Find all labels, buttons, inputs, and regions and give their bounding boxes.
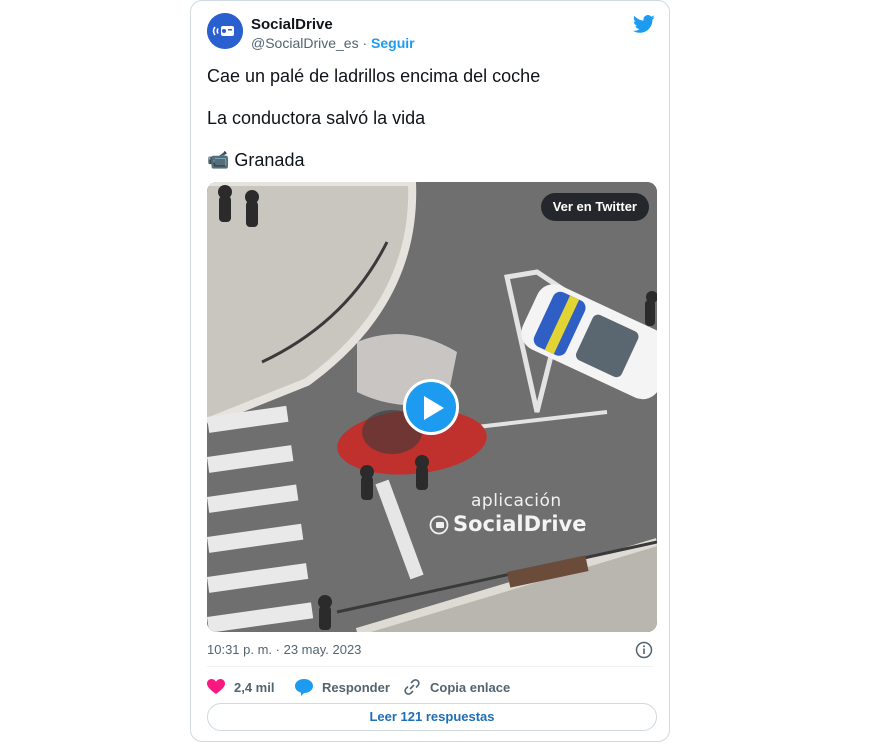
tweet-text-line-1: Cae un palé de ladrillos encima del coch…: [207, 66, 541, 86]
heart-icon: [207, 679, 225, 694]
twitter-bird-icon[interactable]: [633, 13, 655, 35]
view-on-twitter-button[interactable]: Ver en Twitter: [540, 193, 649, 221]
author-handle-row: @SocialDrive_es · Seguir: [251, 35, 415, 51]
watermark-small-text: aplicación: [471, 491, 562, 511]
copy-link-label: Copia enlace: [430, 679, 511, 695]
tweet-timestamp[interactable]: 10:31 p. m. · 23 may. 2023: [207, 642, 361, 657]
copy-link-action[interactable]: Copia enlace: [403, 677, 510, 697]
follow-button[interactable]: Seguir: [371, 35, 415, 51]
divider: [207, 666, 653, 667]
read-replies-button[interactable]: Leer 121 respuestas: [207, 703, 657, 731]
tweet-text-line-2: La conductora salvó la vida: [207, 108, 426, 128]
reply-label: Responder: [322, 679, 390, 695]
watermark-brand-text: SocialDrive: [453, 512, 587, 536]
watermark-logo-icon: [429, 515, 449, 535]
play-button[interactable]: [403, 379, 459, 435]
video-thumbnail[interactable]: Ver en Twitter aplicación SocialDrive: [207, 182, 657, 632]
like-count: 2,4 mil: [234, 679, 275, 695]
reply-bubble-icon: [295, 678, 313, 696]
play-icon: [424, 396, 444, 420]
like-action[interactable]: 2,4 mil: [207, 677, 274, 697]
separator-dot: ·: [362, 35, 368, 51]
author-name[interactable]: SocialDrive: [251, 16, 333, 33]
tweet-card: SocialDrive @SocialDrive_es · Seguir Cae…: [190, 0, 670, 742]
author-avatar[interactable]: [207, 13, 243, 49]
author-handle[interactable]: @SocialDrive_es: [251, 35, 359, 51]
tweet-text-line-3: 📹 Granada: [207, 150, 305, 170]
info-icon[interactable]: [635, 641, 653, 659]
reply-action[interactable]: Responder: [295, 677, 390, 697]
link-icon: [404, 679, 420, 695]
